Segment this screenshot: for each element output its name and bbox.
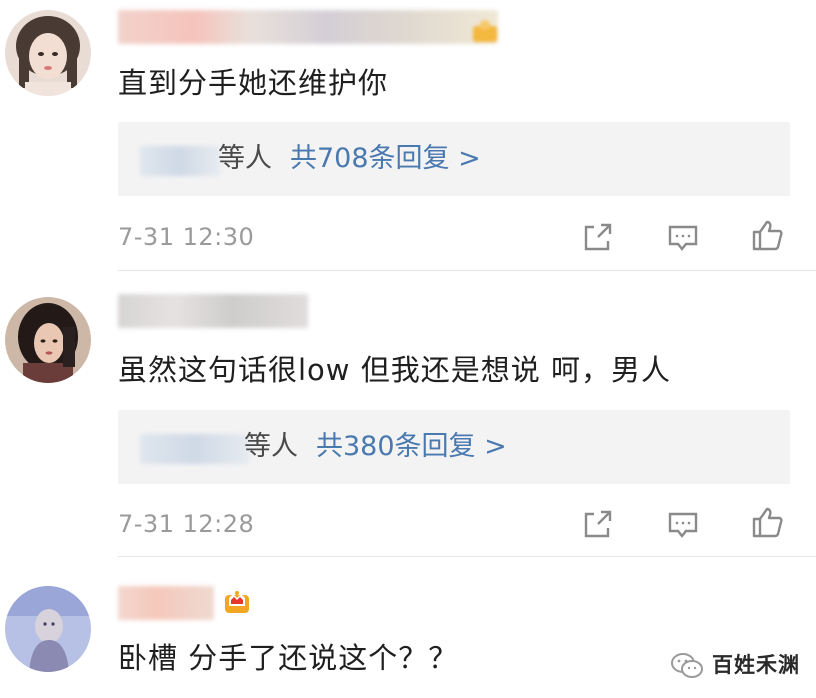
avatar-image <box>5 586 91 672</box>
comment-text: 卧槽 分手了还说这个？？ <box>118 641 459 675</box>
watermark-text: 百姓禾渊 <box>712 653 800 677</box>
wechat-icon <box>671 653 703 678</box>
crown-badge-icon <box>222 586 252 616</box>
comment-item-3: 卧槽 分手了还说这个？？ <box>0 0 816 698</box>
avatar[interactable] <box>5 586 91 672</box>
username-blurred[interactable] <box>118 586 214 620</box>
